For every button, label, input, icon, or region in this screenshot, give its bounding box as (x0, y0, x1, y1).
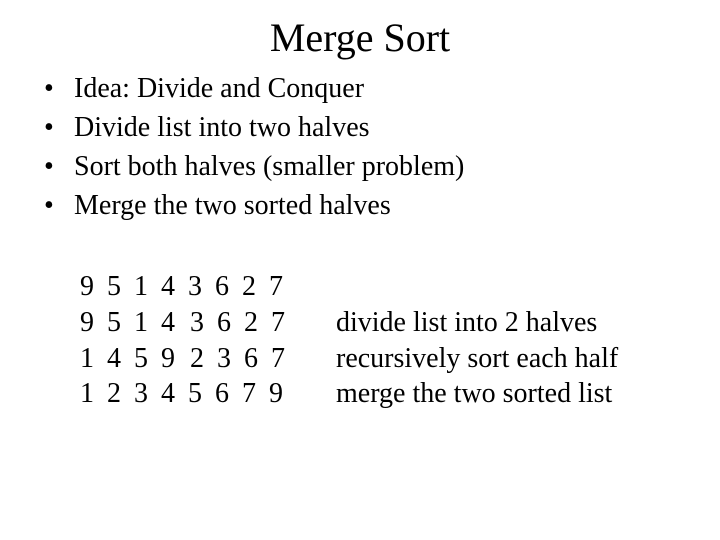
example-caption: divide list into 2 halves (336, 305, 597, 341)
slide: Merge Sort Idea: Divide and Conquer Divi… (0, 0, 720, 540)
example-caption: recursively sort each half (336, 341, 618, 377)
bullet-item: Merge the two sorted halves (44, 188, 720, 223)
example-numbers-right: 2 3 6 7 (190, 341, 320, 377)
example-numbers: 1 2 3 4 5 6 7 9 (80, 376, 320, 412)
example-numbers-right: 3 6 2 7 (190, 305, 320, 341)
example-row-merge: 1 2 3 4 5 6 7 9 merge the two sorted lis… (80, 376, 720, 412)
example-block: 9 5 1 4 3 6 2 7 9 5 1 4 3 6 2 7 divide l… (80, 269, 720, 412)
bullet-item: Idea: Divide and Conquer (44, 71, 720, 106)
example-numbers-left: 9 5 1 4 (80, 305, 190, 341)
example-numbers: 9 5 1 4 3 6 2 7 (80, 269, 286, 305)
example-numbers-left: 1 4 5 9 (80, 341, 190, 377)
example-row-sort: 1 4 5 9 2 3 6 7 recursively sort each ha… (80, 341, 720, 377)
bullet-item: Sort both halves (smaller problem) (44, 149, 720, 184)
bullet-item: Divide list into two halves (44, 110, 720, 145)
bullet-list: Idea: Divide and Conquer Divide list int… (44, 71, 720, 223)
example-row-initial: 9 5 1 4 3 6 2 7 (80, 269, 720, 305)
slide-title: Merge Sort (0, 0, 720, 71)
example-caption: merge the two sorted list (336, 376, 612, 412)
example-row-divide: 9 5 1 4 3 6 2 7 divide list into 2 halve… (80, 305, 720, 341)
